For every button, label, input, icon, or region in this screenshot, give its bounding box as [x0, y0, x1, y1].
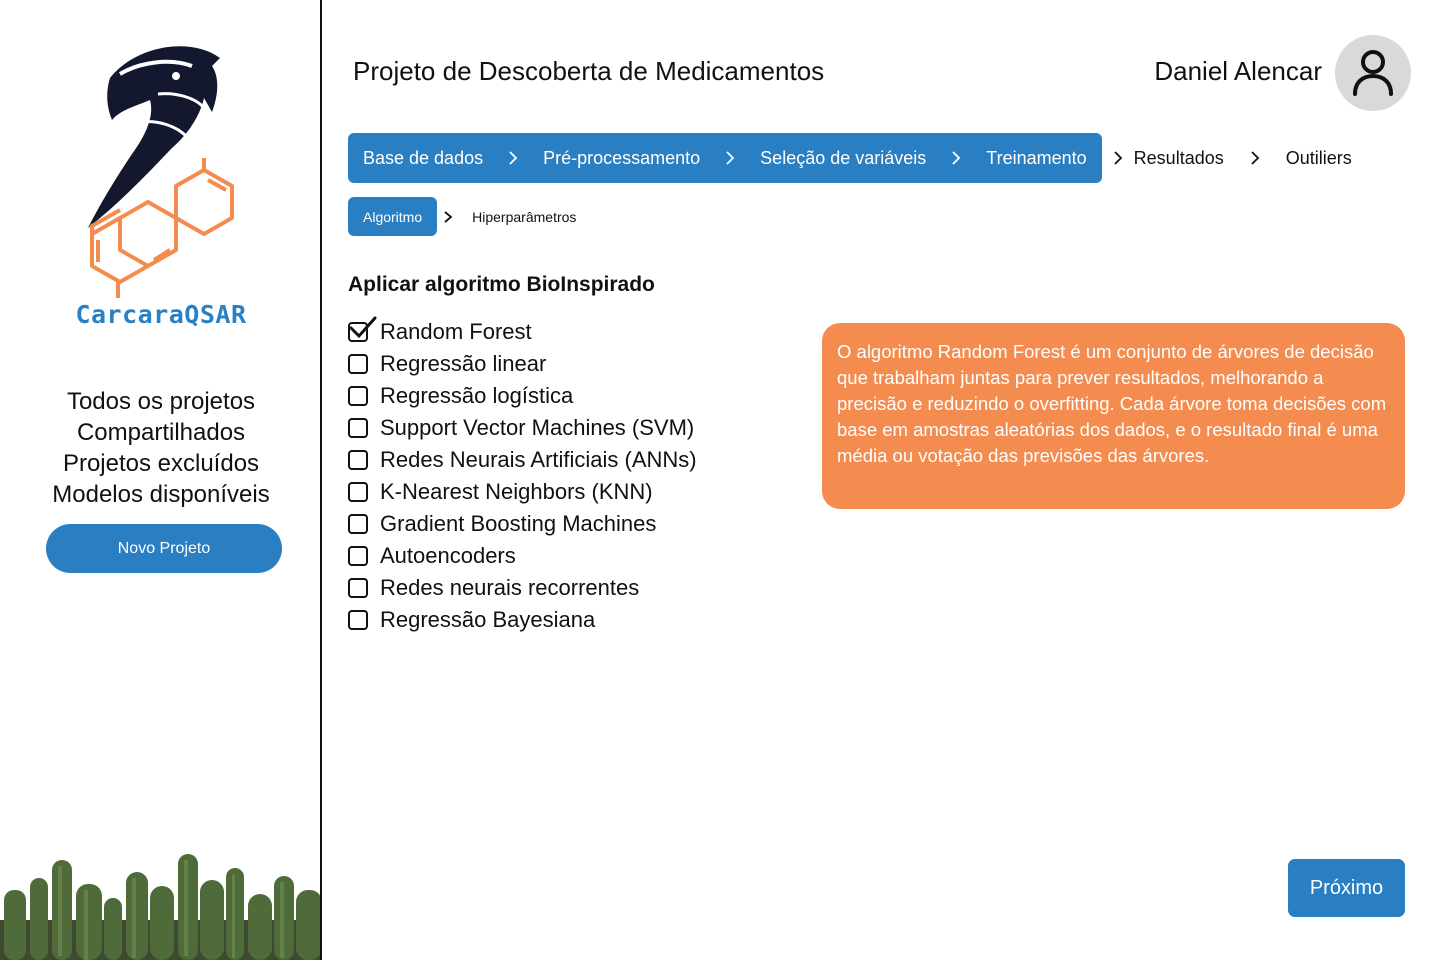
sidebar-nav: Todos os projetos Compartilhados Projeto…: [0, 386, 320, 510]
section-title: Aplicar algoritmo BioInspirado: [348, 273, 655, 296]
checkbox[interactable]: [348, 514, 368, 534]
step-preprocessing[interactable]: Pré-processamento: [543, 148, 700, 169]
user-name: Daniel Alencar: [1154, 56, 1322, 86]
progress-stepper: Base de dados Pré-processamento Seleção …: [348, 133, 1352, 183]
chevron-right-icon: [437, 210, 459, 223]
chevron-right-icon: [1102, 151, 1134, 165]
substep-algorithm[interactable]: Algoritmo: [348, 197, 438, 236]
algorithm-label: Random Forest: [380, 319, 532, 344]
checkbox[interactable]: [348, 386, 368, 406]
user-icon: [1353, 50, 1393, 96]
sidebar-item-all-projects[interactable]: Todos os projetos: [0, 386, 320, 417]
sidebar-item-deleted-projects[interactable]: Projetos excluídos: [0, 448, 320, 479]
algorithm-option[interactable]: Support Vector Machines (SVM): [348, 412, 697, 444]
checkbox[interactable]: [348, 354, 368, 374]
chevron-right-icon: [700, 151, 760, 165]
stepper-pending-group: Resultados Outiliers: [1102, 148, 1352, 169]
sidebar: CarcaraQSAR Todos os projetos Compartilh…: [0, 0, 322, 960]
step-results[interactable]: Resultados: [1134, 148, 1224, 169]
chevron-right-icon: [483, 151, 543, 165]
algorithm-option[interactable]: Regressão linear: [348, 348, 697, 380]
stepper-completed-group: Base de dados Pré-processamento Seleção …: [348, 133, 1102, 183]
checkbox[interactable]: [348, 610, 368, 630]
algorithm-label: Regressão logística: [380, 383, 574, 408]
sidebar-item-shared[interactable]: Compartilhados: [0, 417, 320, 448]
algorithm-option[interactable]: K-Nearest Neighbors (KNN): [348, 476, 697, 508]
algorithm-option[interactable]: Random Forest: [348, 316, 697, 348]
algorithm-label: Redes Neurais Artificiais (ANNs): [380, 447, 697, 472]
checkbox[interactable]: [348, 482, 368, 502]
algorithm-list: Random Forest Regressão linear Regressão…: [348, 316, 697, 636]
cactus-decoration: [0, 854, 320, 960]
algorithm-description: O algoritmo Random Forest é um conjunto …: [822, 323, 1405, 509]
next-button[interactable]: Próximo: [1288, 859, 1405, 917]
sub-stepper: Algoritmo Hiperparâmetros: [348, 197, 576, 236]
algorithm-label: Regressão linear: [380, 351, 547, 376]
algorithm-option[interactable]: Autoencoders: [348, 540, 697, 572]
algorithm-label: K-Nearest Neighbors (KNN): [380, 479, 653, 504]
algorithm-label: Regressão Bayesiana: [380, 607, 596, 632]
page-title: Projeto de Descoberta de Medicamentos: [353, 56, 825, 86]
checkbox[interactable]: [348, 578, 368, 598]
checkbox[interactable]: [348, 316, 377, 342]
avatar[interactable]: [1335, 35, 1411, 111]
algorithm-option[interactable]: Redes neurais recorrentes: [348, 572, 697, 604]
checkbox[interactable]: [348, 418, 368, 438]
step-database[interactable]: Base de dados: [363, 148, 483, 169]
step-outliers[interactable]: Outiliers: [1286, 148, 1352, 169]
algorithm-option[interactable]: Regressão logística: [348, 380, 697, 412]
algorithm-label: Gradient Boosting Machines: [380, 511, 657, 536]
algorithm-label: Support Vector Machines (SVM): [380, 415, 695, 440]
algorithm-label: Autoencoders: [380, 543, 516, 568]
new-project-button[interactable]: Novo Projeto: [46, 524, 282, 573]
algorithm-option[interactable]: Redes Neurais Artificiais (ANNs): [348, 444, 697, 476]
brand-name: CarcaraQSAR: [75, 300, 247, 329]
algorithm-label: Redes neurais recorrentes: [380, 575, 640, 600]
step-variable-selection[interactable]: Seleção de variáveis: [760, 148, 926, 169]
checkmark-icon: [349, 316, 377, 339]
chevron-right-icon: [926, 151, 986, 165]
checkbox[interactable]: [348, 546, 368, 566]
substep-hyperparameters[interactable]: Hiperparâmetros: [472, 209, 576, 225]
chevron-right-icon: [1224, 151, 1286, 165]
algorithm-option[interactable]: Gradient Boosting Machines: [348, 508, 697, 540]
carcara-logo: [88, 46, 234, 298]
checkbox[interactable]: [348, 450, 368, 470]
algorithm-option[interactable]: Regressão Bayesiana: [348, 604, 697, 636]
step-training[interactable]: Treinamento: [986, 148, 1086, 169]
sidebar-item-available-models[interactable]: Modelos disponíveis: [0, 479, 320, 510]
